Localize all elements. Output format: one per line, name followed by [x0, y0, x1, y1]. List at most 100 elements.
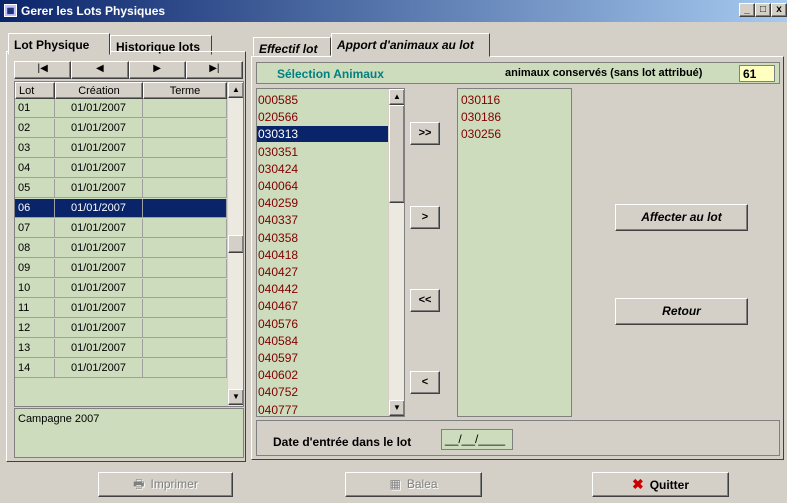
table-row[interactable]: 04 01/01/2007 — [15, 159, 227, 178]
back-label: Retour — [662, 304, 701, 318]
back-button[interactable]: Retour — [615, 298, 748, 325]
cell-lot: 05 — [15, 179, 55, 198]
cell-creation: 01/01/2007 — [55, 279, 143, 298]
window-title: Gerer les Lots Physiques — [21, 4, 166, 18]
cell-lot: 12 — [15, 319, 55, 338]
list-item[interactable]: 040597 — [257, 350, 388, 366]
scroll-thumb[interactable] — [228, 235, 243, 253]
next-record-button[interactable]: ▶ — [128, 61, 186, 79]
title-bar: ▦ Gerer les Lots Physiques _ □ x — [0, 0, 787, 22]
scroll-thumb[interactable] — [389, 105, 404, 203]
list-item[interactable]: 040584 — [257, 333, 388, 349]
assign-to-lot-button[interactable]: Affecter au lot — [615, 204, 748, 231]
list-item[interactable]: 040752 — [257, 384, 388, 400]
chosen-animals-list[interactable]: 030116 030186 030256 — [457, 88, 572, 417]
previous-record-button[interactable]: ◀ — [71, 61, 129, 79]
scroll-up-icon[interactable]: ▲ — [389, 89, 404, 105]
tab-apport-animaux[interactable]: Apport d'animaux au lot — [331, 33, 490, 57]
minimize-button[interactable]: _ — [739, 3, 755, 17]
list-item[interactable]: 030256 — [461, 126, 501, 142]
cell-lot: 08 — [15, 239, 55, 258]
grid-header: Lot Création Terme — [15, 82, 227, 99]
table-row[interactable]: 12 01/01/2007 — [15, 319, 227, 338]
remove-one-button[interactable]: < — [410, 371, 440, 394]
list-item[interactable]: 040576 — [257, 316, 388, 332]
available-animals-list[interactable]: 000585 020566 030313 030351 030424 040064 0402… — [256, 88, 405, 417]
animals-list-scrollbar[interactable]: ▲ ▼ — [388, 89, 404, 416]
last-record-button[interactable]: ▶| — [185, 61, 243, 79]
grid-icon: ▦ — [389, 477, 401, 491]
list-item[interactable]: 000585 — [257, 92, 388, 108]
table-row[interactable]: 13 01/01/2007 — [15, 339, 227, 358]
cell-lot: 01 — [15, 99, 55, 118]
cell-lot: 10 — [15, 279, 55, 298]
table-row[interactable]: 02 01/01/2007 — [15, 119, 227, 138]
cell-creation: 01/01/2007 — [55, 219, 143, 238]
table-row[interactable]: 06 01/01/2007 — [15, 199, 227, 218]
selection-title: Sélection Animaux — [277, 67, 384, 81]
transfer-buttons-panel: >> > << < — [406, 88, 456, 417]
scroll-down-icon[interactable]: ▼ — [389, 400, 404, 416]
list-item[interactable]: 040418 — [257, 247, 388, 263]
cell-terme — [143, 99, 227, 118]
table-row[interactable]: 10 01/01/2007 — [15, 279, 227, 298]
lots-grid[interactable]: Lot Création Terme 01 01/01/2007 02 01/01/2… — [14, 81, 244, 407]
list-item[interactable]: 040337 — [257, 212, 388, 228]
column-header-creation[interactable]: Création — [55, 82, 143, 99]
cell-creation: 01/01/2007 — [55, 259, 143, 278]
close-x-icon: ✖ — [631, 476, 644, 492]
cell-lot: 04 — [15, 159, 55, 178]
print-button[interactable]: 🖶 Imprimer — [98, 472, 233, 497]
campagne-field[interactable]: Campagne 2007 — [14, 408, 244, 458]
conserved-animals-count: 61 — [739, 65, 775, 82]
scroll-up-icon[interactable]: ▲ — [228, 82, 243, 98]
maximize-button[interactable]: □ — [755, 3, 771, 17]
list-item[interactable]: 040358 — [257, 230, 388, 246]
list-item[interactable]: 040427 — [257, 264, 388, 280]
list-item[interactable]: 040442 — [257, 281, 388, 297]
table-row[interactable]: 09 01/01/2007 — [15, 259, 227, 278]
quit-button[interactable]: ✖ Quitter — [592, 472, 729, 497]
cell-lot: 07 — [15, 219, 55, 238]
remove-all-button[interactable]: << — [410, 289, 440, 312]
column-header-lot[interactable]: Lot — [15, 82, 55, 99]
grid-scrollbar[interactable]: ▲ ▼ — [227, 82, 243, 406]
first-record-button[interactable]: |◀ — [14, 61, 72, 79]
list-item[interactable]: 040467 — [257, 298, 388, 314]
printer-icon: 🖶 — [133, 477, 145, 491]
assign-to-lot-label: Affecter au lot — [641, 210, 722, 224]
conserved-animals-label: animaux conservés (sans lot attribué) — [505, 67, 703, 79]
table-row[interactable]: 11 01/01/2007 — [15, 299, 227, 318]
column-header-terme[interactable]: Terme — [143, 82, 227, 99]
list-item[interactable]: 040777 — [257, 402, 388, 416]
list-item[interactable]: 030351 — [257, 144, 388, 160]
table-row[interactable]: 08 01/01/2007 — [15, 239, 227, 258]
list-item[interactable]: 030313 — [257, 126, 388, 143]
date-entry-input[interactable]: __/__/____ — [441, 429, 513, 450]
cell-terme — [143, 279, 227, 298]
tab-effectif-lot[interactable]: Effectif lot — [253, 37, 331, 56]
table-row[interactable]: 01 01/01/2007 — [15, 99, 227, 118]
list-item[interactable]: 020566 — [257, 109, 388, 125]
table-row[interactable]: 05 01/01/2007 — [15, 179, 227, 198]
cell-lot: 06 — [15, 199, 55, 218]
balea-button[interactable]: ▦ Balea — [345, 472, 482, 497]
table-row[interactable]: 03 01/01/2007 — [15, 139, 227, 158]
list-item[interactable]: 030186 — [461, 109, 501, 125]
tab-lot-physique[interactable]: Lot Physique — [8, 33, 110, 55]
bottom-toolbar: 🖶 Imprimer ▦ Balea ✖ Quitter — [0, 465, 787, 503]
list-item[interactable]: 030116 — [461, 92, 500, 108]
cell-creation: 01/01/2007 — [55, 99, 143, 118]
add-all-button[interactable]: >> — [410, 122, 440, 145]
table-row[interactable]: 14 01/01/2007 — [15, 359, 227, 378]
table-row[interactable]: 07 01/01/2007 — [15, 219, 227, 238]
list-item[interactable]: 030424 — [257, 161, 388, 177]
cell-terme — [143, 319, 227, 338]
close-button[interactable]: x — [771, 3, 787, 17]
list-item[interactable]: 040064 — [257, 178, 388, 194]
list-item[interactable]: 040259 — [257, 195, 388, 211]
add-one-button[interactable]: > — [410, 206, 440, 229]
scroll-down-icon[interactable]: ▼ — [228, 389, 243, 405]
cell-terme — [143, 179, 227, 198]
list-item[interactable]: 040602 — [257, 367, 388, 383]
